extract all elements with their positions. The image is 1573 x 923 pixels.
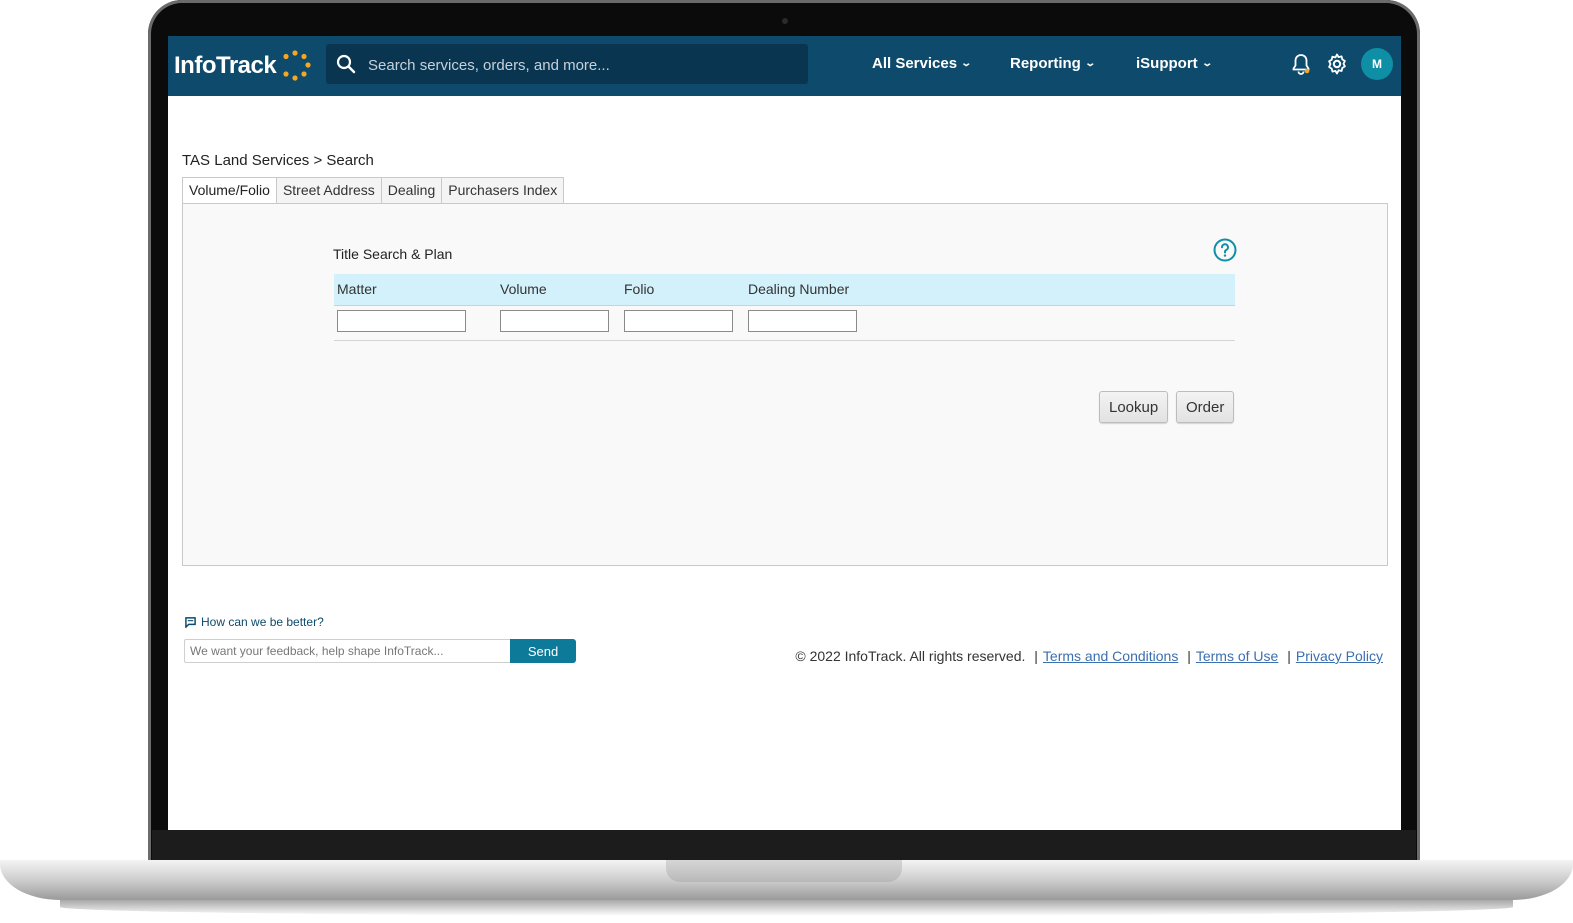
send-feedback-button[interactable]: Send [510,639,576,663]
nav-isupport[interactable]: iSupport ⌄ [1136,55,1213,72]
folio-input[interactable] [624,310,733,332]
user-avatar[interactable]: M [1361,48,1393,80]
volume-input[interactable] [500,310,609,332]
help-icon[interactable] [1213,238,1237,262]
nav-isupport-label: iSupport [1136,55,1198,72]
separator: | [1287,648,1291,664]
section-title: Title Search & Plan [333,246,453,262]
search-panel: Title Search & Plan Matter Volume Folio … [182,203,1388,566]
camera [782,18,788,24]
search-tabs: Volume/Folio Street Address Dealing Purc… [182,177,565,204]
bell-icon[interactable] [1289,52,1313,76]
tab-street-address[interactable]: Street Address [275,177,382,203]
nav-reporting-label: Reporting [1010,55,1081,72]
column-header-matter: Matter [337,281,377,297]
laptop-base-shadow [60,898,1513,916]
feedback-prompt[interactable]: How can we be better? [185,615,324,629]
laptop-lower-bezel [152,830,1416,862]
grid-input-row [334,306,1235,341]
feedback-icon [185,616,196,628]
logo-text: InfoTrack [174,52,277,79]
order-button[interactable]: Order [1176,391,1235,423]
search-icon [336,54,356,74]
column-header-dealing-number: Dealing Number [748,281,850,297]
nav-all-services-label: All Services [872,55,958,72]
chevron-down-icon: ⌄ [1084,58,1096,69]
logo-sun-icon [283,50,311,81]
nav-reporting[interactable]: Reporting ⌄ [1010,55,1096,72]
nav-all-services[interactable]: All Services ⌄ [872,55,973,72]
terms-and-conditions-link[interactable]: Terms and Conditions [1043,648,1178,664]
chevron-down-icon: ⌄ [1200,58,1213,69]
tab-purchasers-index[interactable]: Purchasers Index [441,177,565,203]
lookup-button[interactable]: Lookup [1099,391,1169,423]
feedback-label-text: How can we be better? [201,615,324,629]
feedback-input[interactable] [184,639,510,663]
chevron-down-icon: ⌄ [960,58,973,69]
privacy-policy-link[interactable]: Privacy Policy [1296,648,1383,664]
footer-links: © 2022 InfoTrack. All rights reserved. |… [795,648,1383,664]
grid-header: Matter Volume Folio Dealing Number [334,274,1235,306]
column-header-volume: Volume [500,281,547,297]
tab-dealing[interactable]: Dealing [380,177,443,203]
screen: InfoTrack All Services ⌄ Reporting ⌄ [168,36,1401,830]
search-input[interactable] [366,50,800,80]
copyright-text: © 2022 InfoTrack. All rights reserved. [795,648,1026,664]
separator: | [1034,648,1038,664]
breadcrumb: TAS Land Services > Search [182,152,374,169]
laptop-notch [666,860,902,882]
tab-volume-folio[interactable]: Volume/Folio [182,177,277,204]
matter-input[interactable] [337,310,466,332]
terms-of-use-link[interactable]: Terms of Use [1196,648,1278,664]
global-search[interactable] [326,44,808,84]
infotrack-logo[interactable]: InfoTrack [174,48,312,84]
dealing-number-input[interactable] [748,310,857,332]
gear-icon[interactable] [1325,52,1349,76]
column-header-folio: Folio [624,281,655,297]
separator: | [1187,648,1191,664]
top-navigation-bar: InfoTrack All Services ⌄ Reporting ⌄ [168,36,1401,96]
